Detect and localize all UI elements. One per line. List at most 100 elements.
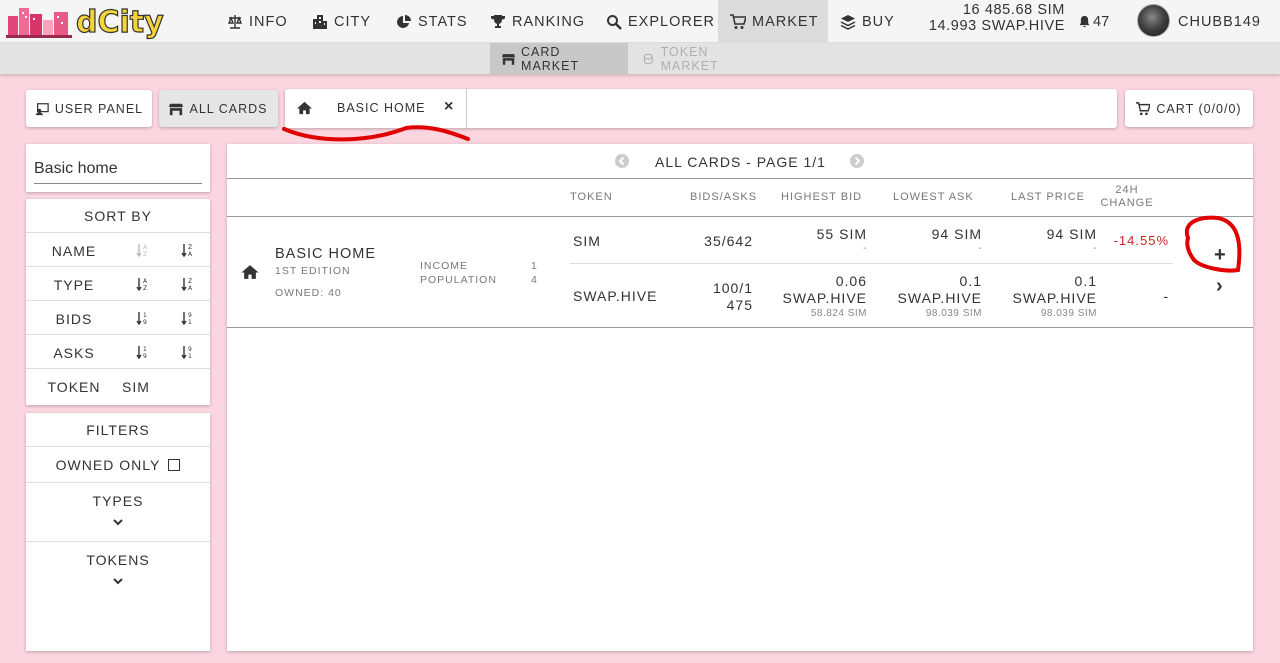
- tab-token-market[interactable]: TOKEN MARKET: [630, 43, 772, 74]
- owned-only-filter[interactable]: OWNED ONLY: [26, 447, 210, 483]
- svg-text:A: A: [188, 251, 193, 257]
- cart-icon: [1136, 101, 1151, 115]
- nav-explorer-label: EXPLORER: [628, 13, 715, 30]
- tab-card-market[interactable]: CARD MARKET: [490, 43, 628, 74]
- svg-text:1: 1: [188, 353, 193, 359]
- svg-text:Z: Z: [143, 285, 148, 291]
- all-cards-label: ALL CARDS: [189, 101, 268, 116]
- types-label: TYPES: [92, 493, 144, 509]
- svg-text:dCity: dCity: [76, 5, 164, 40]
- row-swap-token: SWAP.HIVE: [573, 288, 658, 304]
- sort-desc-icon[interactable]: ZA: [181, 243, 195, 258]
- sort-token-select[interactable]: SIM: [122, 379, 150, 395]
- home-icon[interactable]: [297, 101, 312, 115]
- breadcrumb-basic-home[interactable]: BASIC HOME: [337, 101, 426, 115]
- sort-asc-icon[interactable]: 19: [136, 345, 150, 360]
- prev-page-icon[interactable]: [614, 153, 630, 169]
- svg-text:Z: Z: [143, 251, 148, 257]
- nav-info[interactable]: INFO: [227, 0, 288, 43]
- population-value: 4: [531, 274, 538, 286]
- sort-asc-icon[interactable]: AZ: [136, 243, 150, 258]
- coins-icon: [643, 53, 653, 64]
- card-name[interactable]: BASIC HOME: [275, 246, 376, 262]
- header-divider: [227, 216, 1253, 217]
- avatar[interactable]: [1137, 4, 1170, 37]
- row-swap-last-price-unit: SWAP.HIVE: [1012, 290, 1097, 306]
- filters-title: FILTERS: [26, 413, 210, 447]
- nav-market[interactable]: MARKET: [718, 0, 828, 43]
- search-input[interactable]: [34, 154, 202, 184]
- username[interactable]: CHUBB149: [1178, 0, 1261, 43]
- sort-row-name: NAME AZ ZA: [26, 233, 210, 267]
- svg-text:9: 9: [143, 319, 148, 325]
- market-subnav: CARD MARKET TOKEN MARKET: [0, 43, 1280, 74]
- row-swap-lowest-ask-sub: 98.039 SIM: [925, 308, 982, 319]
- sort-asc-icon[interactable]: AZ: [136, 277, 150, 292]
- chevron-down-icon[interactable]: [112, 517, 124, 527]
- add-to-cart-icon[interactable]: +: [1214, 244, 1226, 267]
- next-page-icon[interactable]: [849, 153, 865, 169]
- sort-desc-icon[interactable]: 91: [181, 311, 195, 326]
- row-sim-highest-bid[interactable]: 55 SIM: [767, 226, 867, 242]
- expand-row-icon[interactable]: ›: [1216, 275, 1223, 298]
- nav-city-label: CITY: [334, 13, 372, 30]
- page-title: ALL CARDS - PAGE 1/1: [655, 154, 826, 170]
- wallet-balance[interactable]: 16 485.68 SIM 14.993 SWAP.HIVE: [905, 2, 1065, 34]
- dcity-logo[interactable]: dCity: [4, 2, 174, 40]
- sort-row-token: TOKEN SIM: [26, 369, 210, 403]
- nav-stats[interactable]: STATS: [396, 0, 468, 43]
- sort-row-bids: BIDS 19 91: [26, 301, 210, 335]
- col-bids-asks: BIDS/ASKS: [690, 191, 758, 203]
- user-panel-label: USER PANEL: [54, 101, 144, 116]
- store-icon: [169, 103, 184, 115]
- row-swap-lowest-ask[interactable]: 0.1: [882, 273, 982, 289]
- svg-text:1: 1: [143, 346, 148, 353]
- row-sim-last-price-sub: -: [1093, 243, 1097, 254]
- row-sim-highest-bid-sub: -: [863, 243, 867, 254]
- row-swap-bids-asks-2: 475: [726, 297, 753, 313]
- tab-card-market-label: CARD MARKET: [521, 44, 580, 73]
- all-cards-button[interactable]: ALL CARDS: [159, 90, 278, 127]
- store-icon: [502, 53, 516, 65]
- close-icon[interactable]: ×: [444, 98, 453, 116]
- row-sim-lowest-ask[interactable]: 94 SIM: [882, 226, 982, 242]
- tokens-filter[interactable]: TOKENS: [26, 542, 210, 601]
- sort-token-label: TOKEN: [47, 379, 101, 395]
- sort-desc-icon[interactable]: 91: [181, 345, 195, 360]
- svg-text:Z: Z: [188, 278, 193, 285]
- nav-ranking-label: RANKING: [512, 13, 586, 30]
- sort-asc-icon[interactable]: 19: [136, 311, 150, 326]
- sort-row-type: TYPE AZ ZA: [26, 267, 210, 301]
- svg-text:1: 1: [188, 319, 193, 325]
- row-sim-bids-asks: 35/642: [704, 233, 753, 249]
- svg-text:A: A: [143, 278, 148, 285]
- sort-desc-icon[interactable]: ZA: [181, 277, 195, 292]
- row-sim-change: -14.55%: [1113, 233, 1169, 248]
- breadcrumb: BASIC HOME ×: [285, 89, 1117, 128]
- user-panel-button[interactable]: USER PANEL: [26, 90, 152, 127]
- nav-explorer[interactable]: EXPLORER: [606, 0, 715, 43]
- notifications[interactable]: 47: [1078, 0, 1109, 43]
- pager: ALL CARDS - PAGE 1/1: [227, 144, 1253, 179]
- trophy-icon: [491, 14, 505, 28]
- user-panel-icon: [35, 102, 49, 115]
- types-filter[interactable]: TYPES: [26, 483, 210, 542]
- svg-text:9: 9: [188, 346, 193, 353]
- cart-label: CART (0/0/0): [1156, 101, 1242, 116]
- row-swap-highest-bid[interactable]: 0.06: [767, 273, 867, 289]
- search-panel: [26, 144, 210, 192]
- chevron-down-icon[interactable]: [112, 576, 124, 586]
- svg-text:Z: Z: [188, 244, 193, 251]
- sort-title: SORT BY: [26, 199, 210, 233]
- income-label: INCOME: [420, 260, 468, 272]
- nav-buy[interactable]: BUY: [840, 0, 895, 43]
- card-edition: 1ST EDITION: [275, 265, 351, 277]
- nav-city[interactable]: CITY: [312, 0, 371, 43]
- nav-stats-label: STATS: [418, 13, 468, 30]
- row-sim-last-price: 94 SIM: [1046, 226, 1097, 242]
- bell-icon: [1079, 15, 1090, 28]
- owned-only-checkbox[interactable]: [168, 458, 181, 471]
- nav-ranking[interactable]: RANKING: [490, 0, 585, 43]
- row-swap-bids-asks: 100/1: [712, 280, 753, 296]
- cart-button[interactable]: CART (0/0/0): [1125, 90, 1253, 127]
